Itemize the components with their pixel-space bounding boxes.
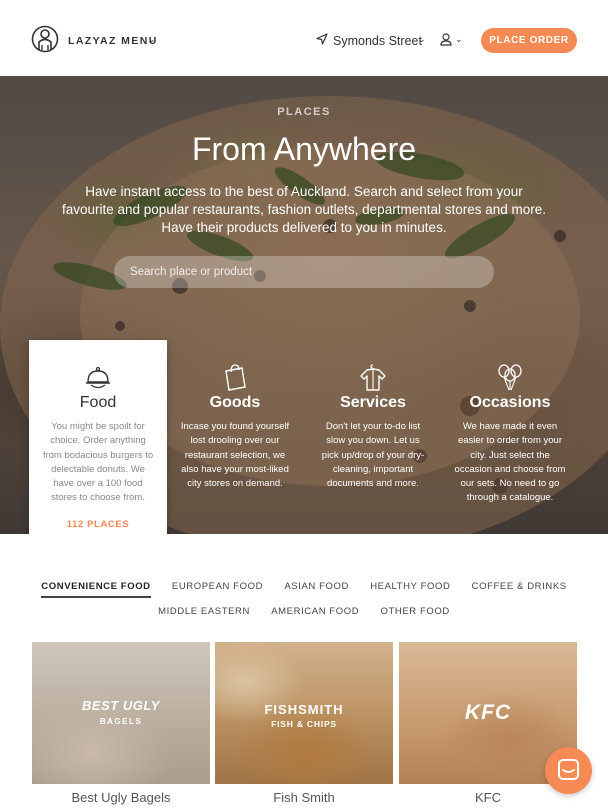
brand-menu-label[interactable]: LAZYAZ MENU (68, 35, 158, 47)
category-title: Goods (209, 394, 261, 411)
chat-button[interactable] (545, 747, 592, 794)
places-count[interactable]: 112 PLACES (29, 519, 167, 530)
balloons-icon (498, 364, 522, 391)
category-occasions[interactable]: Occasions We have made it even easier to… (441, 356, 579, 506)
lazyaz-logo-icon[interactable] (31, 24, 59, 56)
tab-healthy-food[interactable]: HEALTHY FOOD (370, 581, 450, 596)
category-goods[interactable]: Goods Incase you found yourself lost dro… (166, 356, 304, 491)
restaurant-name[interactable]: Fish Smith (215, 790, 393, 805)
category-title: Services (340, 394, 406, 411)
top-navbar: LAZYAZ MENU ⌄ Symonds Street ⌄ ⌄ PLACE O… (0, 0, 608, 76)
category-food[interactable]: Food You might be spoilt for choice. Ord… (29, 340, 167, 534)
search-input[interactable] (114, 256, 494, 288)
tab-middle-eastern[interactable]: MIDDLE EASTERN (158, 606, 250, 621)
user-icon[interactable] (440, 33, 452, 46)
hero-section: PLACES From Anywhere Have instant access… (0, 76, 608, 534)
restaurant-card[interactable]: BEST UGLY BAGELS Best Ugly Bagels (32, 642, 210, 805)
tab-european-food[interactable]: EUROPEAN FOOD (172, 581, 263, 596)
restaurant-logo: FISHSMITH (264, 702, 344, 717)
category-title: Food (79, 394, 117, 411)
food-type-tabs-row-2: MIDDLE EASTERN AMERICAN FOOD OTHER FOOD (0, 606, 608, 621)
category-title: Occasions (469, 394, 551, 411)
tab-coffee-drinks[interactable]: COFFEE & DRINKS (472, 581, 567, 596)
restaurant-name[interactable]: Best Ugly Bagels (32, 790, 210, 805)
category-description: Incase you found yourself lost drooling … (180, 421, 290, 490)
restaurant-logo: KFC (464, 701, 512, 724)
shirt-hanger-icon (360, 364, 386, 391)
restaurant-image[interactable]: BEST UGLY BAGELS (32, 642, 210, 784)
restaurant-logo-sub: FISH & CHIPS (271, 719, 337, 729)
category-description: Don't let your to-do list slow you down.… (321, 421, 425, 490)
tab-convenience-food[interactable]: CONVENIENCE FOOD (41, 581, 151, 598)
place-order-button[interactable]: PLACE ORDER (481, 28, 577, 53)
restaurant-logo: BEST UGLY (82, 698, 160, 713)
hero-title: From Anywhere (191, 131, 417, 167)
tab-other-food[interactable]: OTHER FOOD (381, 606, 450, 621)
restaurant-logo-sub: BAGELS (99, 717, 143, 726)
location-selector[interactable]: Symonds Street (333, 34, 422, 48)
restaurant-image[interactable]: FISHSMITH FISH & CHIPS (215, 642, 393, 784)
category-services[interactable]: Services Don't let your to-do list slow … (304, 356, 442, 491)
cloche-icon (86, 366, 110, 389)
category-description: We have made it even easier to order fro… (454, 421, 566, 504)
tab-asian-food[interactable]: ASIAN FOOD (284, 581, 349, 596)
hero-eyebrow: PLACES (277, 106, 331, 118)
chevron-down-icon[interactable]: ⌄ (148, 34, 156, 45)
category-description: You might be spoilt for choice. Order an… (42, 421, 154, 504)
food-type-tabs-row-1: CONVENIENCE FOOD EUROPEAN FOOD ASIAN FOO… (0, 581, 608, 598)
chevron-down-icon[interactable]: ⌄ (418, 34, 426, 45)
chevron-down-icon[interactable]: ⌄ (455, 34, 463, 45)
restaurant-card[interactable]: FISHSMITH FISH & CHIPS Fish Smith (215, 642, 393, 805)
chat-bubble-icon (558, 759, 579, 780)
location-arrow-icon[interactable] (316, 33, 328, 45)
shopping-bag-icon (225, 364, 246, 391)
hero-description: Have instant access to the best of Auckl… (61, 184, 547, 235)
tab-american-food[interactable]: AMERICAN FOOD (271, 606, 359, 621)
